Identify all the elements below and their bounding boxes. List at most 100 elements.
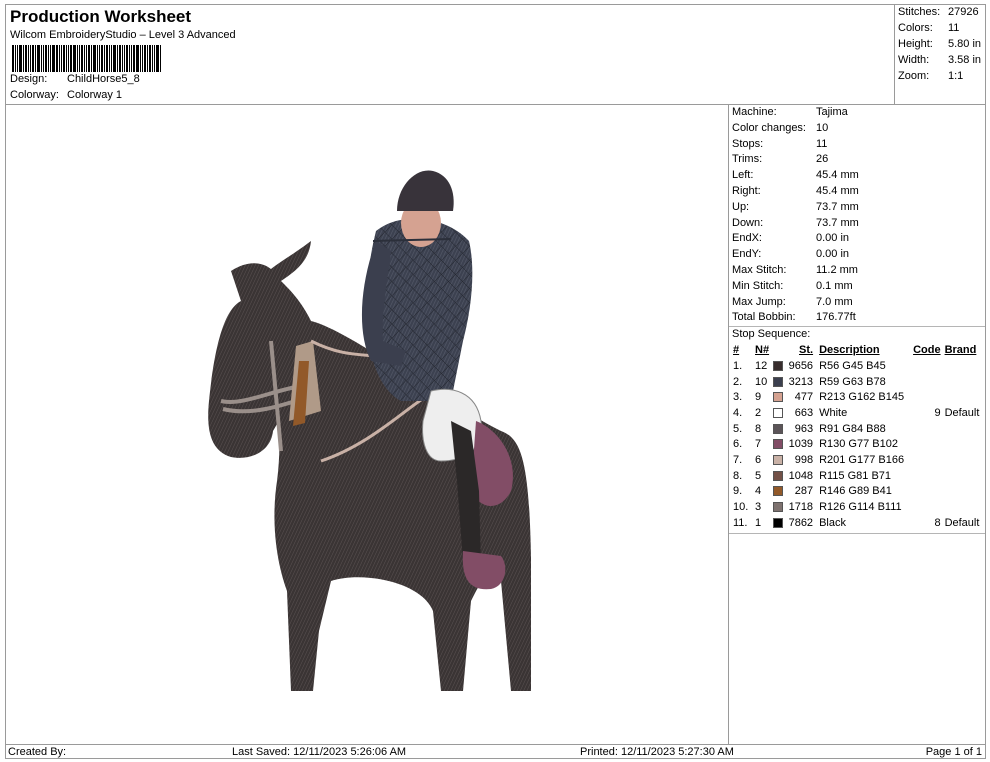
barcode-bar [23, 45, 24, 72]
spec-row: Right: 45.4 mm [732, 185, 859, 197]
color-description: R115 G81 B71 [819, 469, 892, 482]
spec-label: Down: [732, 217, 764, 229]
color-swatch [771, 452, 785, 468]
spec-row: Max Jump: 7.0 mm [732, 296, 853, 308]
barcode-bar [30, 45, 31, 72]
thread-brand [943, 484, 982, 500]
barcode-bar [28, 45, 29, 72]
barcode-bar [136, 45, 139, 72]
thread-code: 8 [934, 516, 941, 529]
barcode-bar [59, 45, 60, 72]
thread-code [911, 436, 943, 452]
colorway-label: Colorway: [10, 89, 59, 101]
page-number: Page 1 of 1 [925, 746, 982, 758]
color-description: R213 G162 B145 [819, 391, 905, 404]
thread-brand: Default [944, 406, 980, 419]
stitch-count: 3213 [788, 375, 814, 388]
row-number: 3. [733, 391, 743, 404]
table-row: 11. 1 7862 Black 8 Default [731, 515, 981, 531]
created-by: Created By: [8, 746, 67, 758]
swatch-box [773, 455, 784, 466]
thread-brand [943, 452, 982, 468]
spec-value: 0.00 in [816, 232, 850, 244]
needle-number: 6 [755, 453, 762, 466]
spec-row: Min Stitch: 0.1 mm [732, 280, 853, 292]
barcode-bar [156, 45, 159, 72]
barcode-bar [119, 45, 121, 72]
spec-value: 45.4 mm [816, 185, 859, 197]
barcode-bar [131, 45, 132, 72]
barcode-bar [133, 45, 135, 72]
summary-row: Stitches: 27926 [898, 6, 979, 18]
row-number: 4. [733, 406, 743, 419]
swatch-box [773, 517, 784, 528]
thread-code [911, 484, 943, 500]
stop-sequence-title: Stop Sequence: [732, 328, 811, 340]
row-number: 5. [733, 422, 743, 435]
color-swatch [771, 499, 785, 515]
thread-code [911, 421, 943, 437]
spec-value: 7.0 mm [816, 296, 853, 308]
color-description: R126 G114 B111 [819, 501, 902, 514]
barcode-bar [88, 45, 90, 72]
spec-row: Max Stitch: 11.2 mm [732, 264, 858, 276]
needle-number: 7 [755, 438, 762, 451]
color-description: White [819, 406, 848, 419]
worksheet-footer: Created By: Last Saved: 12/11/2023 5:26:… [5, 744, 986, 759]
spec-value: 45.4 mm [816, 169, 859, 181]
spec-row: EndX: 0.00 in [732, 232, 849, 244]
row-number: 11. [733, 516, 748, 529]
rider-helmet [397, 170, 454, 211]
summary-label: Width: [898, 54, 930, 66]
spec-value: Tajima [816, 106, 848, 118]
row-number: 7. [733, 453, 743, 466]
barcode-bar [126, 45, 128, 72]
thread-brand [943, 468, 982, 484]
summary-label: Colors: [898, 22, 933, 34]
thread-brand: Default [944, 516, 980, 529]
color-description: R130 G77 B102 [819, 438, 898, 451]
spec-label: Stops: [732, 138, 764, 150]
swatch-box [773, 439, 784, 450]
barcode-bar [140, 45, 141, 72]
barcode-bar [77, 45, 78, 72]
row-number: 2. [733, 375, 743, 388]
color-description: R201 G177 B166 [819, 453, 905, 466]
stitch-count: 998 [794, 453, 814, 466]
thread-brand [943, 374, 982, 390]
barcode-bar [101, 45, 103, 72]
summary-value: 27926 [948, 6, 979, 18]
swatch-box [773, 408, 784, 418]
embroidery-design-preview [208, 170, 531, 691]
spec-row: Stops: 11 [732, 138, 827, 150]
barcode-bar [61, 45, 62, 72]
barcode-bar [129, 45, 130, 72]
colorway-value: Colorway 1 [67, 89, 123, 101]
swatch-box [773, 486, 784, 497]
design-label: Design: [10, 73, 48, 85]
spec-value: 73.7 mm [816, 201, 859, 213]
barcode-bar [93, 45, 96, 72]
barcode-bar [97, 45, 98, 72]
col-header-brand: Brand [944, 344, 977, 356]
barcode-bar [41, 45, 42, 72]
needle-number: 9 [755, 391, 762, 404]
row-number: 9. [733, 485, 743, 498]
color-swatch [771, 515, 785, 531]
color-description: R146 G89 B41 [819, 485, 892, 498]
spec-row: EndY: 0.00 in [732, 248, 849, 260]
spec-label: Trims: [732, 153, 763, 165]
barcode-bar [56, 45, 58, 72]
table-row: 9. 4 287 R146 G89 B41 [731, 484, 981, 500]
spec-row: Trims: 26 [732, 153, 828, 165]
thread-code [911, 389, 943, 405]
barcode-bar [111, 45, 112, 72]
col-header-num: # [733, 344, 740, 356]
software-name: Wilcom EmbroideryStudio – Level 3 Advanc… [10, 29, 236, 41]
divider [729, 326, 985, 327]
summary-label: Zoom: [898, 70, 930, 82]
barcode-bar [147, 45, 148, 72]
summary-value: 11 [948, 22, 960, 34]
barcode-bar [106, 45, 108, 72]
barcode-bar [68, 45, 69, 72]
